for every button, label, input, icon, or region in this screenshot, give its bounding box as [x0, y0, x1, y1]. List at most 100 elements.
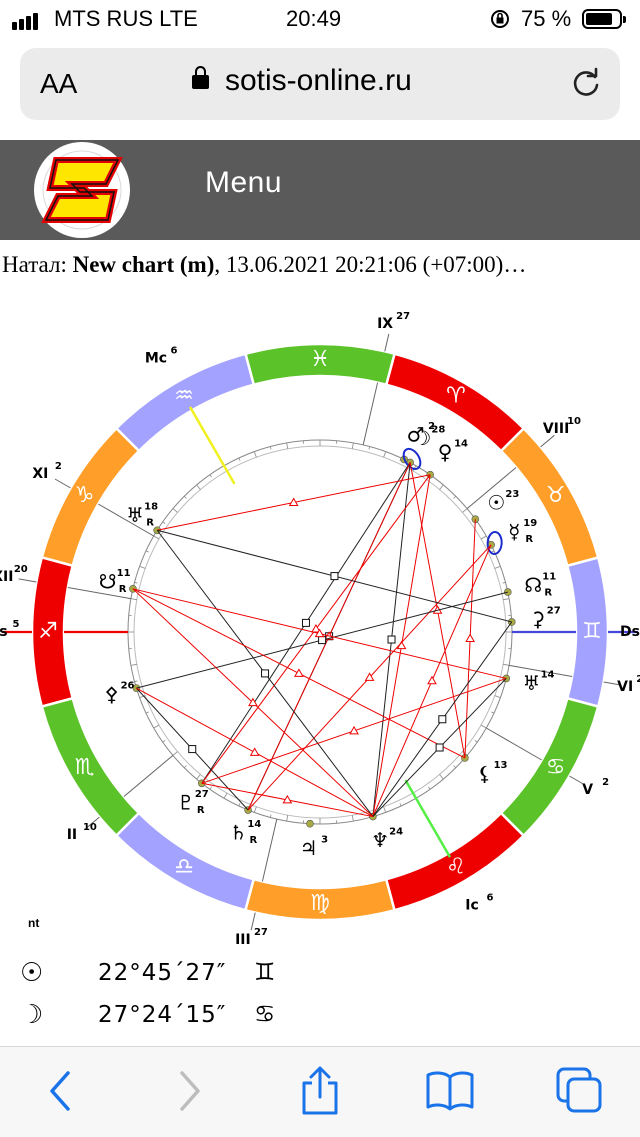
house-8-degree: 10 [567, 416, 581, 427]
asc-degree: 5 [13, 619, 20, 630]
position-value: 27°24´15″ [98, 1002, 226, 1028]
signal-icon [12, 12, 40, 30]
moon-icon: ☽ [20, 1000, 43, 1030]
mercury-degree: 19 [523, 518, 537, 529]
chart-title: Натал: New chart (m), 13.06.2021 20:21:0… [2, 252, 638, 278]
taurus-icon: ♉ [546, 483, 566, 508]
venus-icon: ♀ [438, 440, 453, 464]
chiron-icon: ⚸ [477, 762, 492, 786]
square-aspect-mark [262, 670, 269, 677]
house-8-cusp-outer [541, 435, 555, 447]
house-6-label: VI [617, 679, 633, 695]
house-12-cusp-outer [19, 579, 37, 582]
desc-label: Ds [620, 624, 640, 640]
battery-percent: 75 % [521, 6, 571, 32]
house-9-degree: 27 [396, 311, 410, 322]
square-aspect-mark [331, 573, 338, 580]
chevron-right-icon[interactable] [162, 1063, 218, 1119]
sagittarius-icon: ♐ [38, 619, 58, 644]
vesta-icon: ⚴ [104, 682, 119, 706]
square-aspect-mark [319, 637, 326, 644]
scorpio-icon: ♏ [75, 755, 95, 780]
square-aspect-mark [436, 744, 443, 751]
chiron-degree: 13 [494, 760, 508, 771]
mars-icon: ♂ [407, 423, 425, 447]
uranus-icon: ♅ [523, 671, 541, 695]
saturn-degree: 14 [247, 819, 261, 830]
square-aspect-mark [388, 636, 395, 643]
asc-label: As [0, 624, 8, 640]
house-6-degree: 20 [636, 674, 640, 685]
natal-chart-wheel[interactable]: ♊♉♈♓♒♑♐♏♎♍♌♋As5II10III27Ic6V2VI20Ds5VIII… [0, 300, 640, 950]
house-12-label: XII [0, 569, 13, 585]
uranus-r-retrograde: R [146, 517, 154, 528]
sun-icon: ☉ [487, 490, 505, 514]
cancer-icon: ♋ [254, 1000, 276, 1028]
chart-details: , 13.06.2021 20:21:06 (+07:00)… [214, 252, 526, 277]
carrier-label: MTS RUS LTE [54, 6, 198, 32]
neptune-icon: ♆ [371, 828, 389, 852]
gemini-icon: ♊ [254, 958, 276, 986]
south-node-retrograde: R [119, 584, 127, 595]
pluto-icon: ♇ [177, 790, 195, 814]
house-3-label: III [235, 932, 251, 948]
position-row: ☽ 27°24´15″ ♋ [0, 1000, 640, 1040]
house-12-degree: 20 [14, 564, 28, 575]
text-size-button[interactable]: AA [40, 68, 77, 100]
title-prefix: Натал: [2, 252, 73, 277]
pluto-degree: 27 [195, 789, 209, 800]
position-row: ☉ 22°45´27″ ♊ [0, 958, 640, 998]
mercury-retrograde: R [525, 534, 533, 545]
address-bar[interactable]: AA sotis-online.ru [20, 48, 620, 120]
leo-icon: ♌ [446, 855, 466, 880]
browser-toolbar [0, 1046, 640, 1137]
sun-degree: 23 [505, 489, 519, 500]
chevron-left-icon[interactable] [32, 1063, 88, 1119]
vesta-degree: 26 [121, 681, 135, 692]
ceres-degree: 27 [547, 606, 561, 617]
virgo-icon: ♍ [310, 891, 330, 916]
capricorn-icon: ♑ [75, 483, 95, 508]
url-domain[interactable]: sotis-online.ru [225, 64, 412, 98]
mercury-icon: ☿ [508, 520, 520, 544]
uranus-r-degree: 18 [144, 501, 158, 512]
libra-icon: ♎ [174, 855, 194, 880]
chart-name[interactable]: New chart (m) [73, 252, 215, 277]
battery-icon [582, 9, 622, 29]
south-node-icon: ☋ [99, 569, 117, 593]
house-11-degree: 2 [55, 461, 62, 472]
north-node-icon: ☊ [524, 573, 542, 597]
ceres-icon: ⚳ [530, 607, 545, 631]
house-11-label: XI [32, 466, 48, 482]
mars-degree: 2 [428, 421, 435, 432]
mc-degree: 6 [171, 345, 178, 356]
house-11-cusp-outer [55, 479, 71, 488]
house-5-label: V [582, 782, 593, 798]
north-node-degree: 11 [542, 572, 556, 583]
jupiter-marker [306, 820, 313, 827]
house-2-degree: 10 [83, 822, 97, 833]
aquarius-icon: ♒ [174, 383, 194, 408]
north-node-retrograde: R [544, 588, 552, 599]
book-icon[interactable] [422, 1063, 478, 1119]
site-logo[interactable] [32, 140, 132, 240]
uranus-r-icon: ♅ [126, 503, 144, 527]
jupiter-degree: 3 [321, 835, 328, 846]
house-5-degree: 2 [602, 777, 609, 788]
tabs-icon[interactable] [552, 1063, 608, 1119]
sun-icon: ☉ [20, 958, 43, 988]
status-time: 20:49 [286, 6, 341, 32]
status-bar: MTS RUS LTE 20:49 75 % [0, 0, 640, 40]
menu-button[interactable]: Menu [205, 166, 282, 200]
house-9-label: IX [377, 316, 393, 332]
house-2-label: II [67, 827, 77, 843]
rotation-lock-icon [489, 8, 511, 36]
reload-icon[interactable] [568, 66, 604, 102]
venus-degree: 14 [454, 438, 468, 449]
share-icon[interactable] [292, 1063, 348, 1119]
house-9-cusp-outer [385, 334, 389, 352]
house-8-label: VIII [543, 421, 569, 437]
saturn-icon: ♄ [229, 821, 247, 845]
south-node-degree: 11 [117, 568, 131, 579]
gemini-icon: ♊ [582, 619, 602, 644]
